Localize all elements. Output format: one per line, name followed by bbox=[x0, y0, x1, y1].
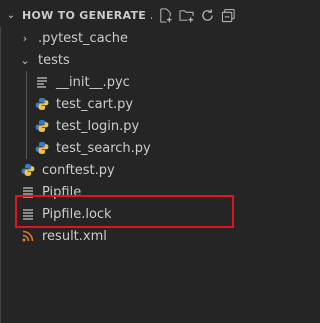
tree-item-pytest-cache[interactable]: › .pytest_cache bbox=[0, 27, 258, 49]
chevron-down-icon[interactable]: ⌄ bbox=[18, 54, 32, 67]
tree-item-label: test_search.py bbox=[56, 140, 151, 156]
tree-item-test-cart[interactable]: test_cart.py bbox=[0, 93, 258, 115]
indent-guide bbox=[26, 115, 27, 137]
highlight-box bbox=[15, 195, 234, 228]
tree-item-label: tests bbox=[38, 52, 70, 68]
python-icon bbox=[34, 140, 50, 156]
chevron-down-icon[interactable]: ⌄ bbox=[0, 10, 22, 21]
rss-icon bbox=[20, 228, 36, 244]
tree-item-label: result.xml bbox=[42, 228, 107, 244]
tree-item-label: conftest.py bbox=[42, 162, 115, 178]
new-folder-icon[interactable] bbox=[179, 8, 194, 23]
indent-guide bbox=[26, 71, 27, 93]
tree-item-label: test_login.py bbox=[56, 118, 140, 134]
collapse-all-icon[interactable] bbox=[221, 8, 236, 23]
python-icon bbox=[20, 162, 36, 178]
python-icon bbox=[34, 118, 50, 134]
workspace-title[interactable]: HOW TO GENERATE ... bbox=[22, 9, 152, 22]
tree-item-init-pyc[interactable]: __init__.pyc bbox=[0, 71, 258, 93]
indent-guide bbox=[26, 137, 27, 159]
refresh-icon[interactable] bbox=[200, 8, 215, 23]
tree-item-tests[interactable]: ⌄ tests bbox=[0, 49, 258, 71]
explorer-header: ⌄ HOW TO GENERATE ... bbox=[0, 0, 258, 30]
tree-item-label: test_cart.py bbox=[56, 96, 134, 112]
indent-guide bbox=[26, 93, 27, 115]
tree-item-label: __init__.pyc bbox=[56, 74, 130, 90]
tree-item-test-search[interactable]: test_search.py bbox=[0, 137, 258, 159]
tree-item-result-xml[interactable]: result.xml bbox=[0, 225, 258, 247]
tree-item-test-login[interactable]: test_login.py bbox=[0, 115, 258, 137]
text-file-icon bbox=[34, 74, 50, 90]
tree-item-conftest[interactable]: conftest.py bbox=[0, 159, 258, 181]
tree-item-label: .pytest_cache bbox=[38, 30, 129, 46]
explorer-actions bbox=[158, 7, 236, 23]
new-file-icon[interactable] bbox=[158, 7, 173, 23]
chevron-right-icon[interactable]: › bbox=[18, 32, 32, 45]
python-icon bbox=[34, 96, 50, 112]
